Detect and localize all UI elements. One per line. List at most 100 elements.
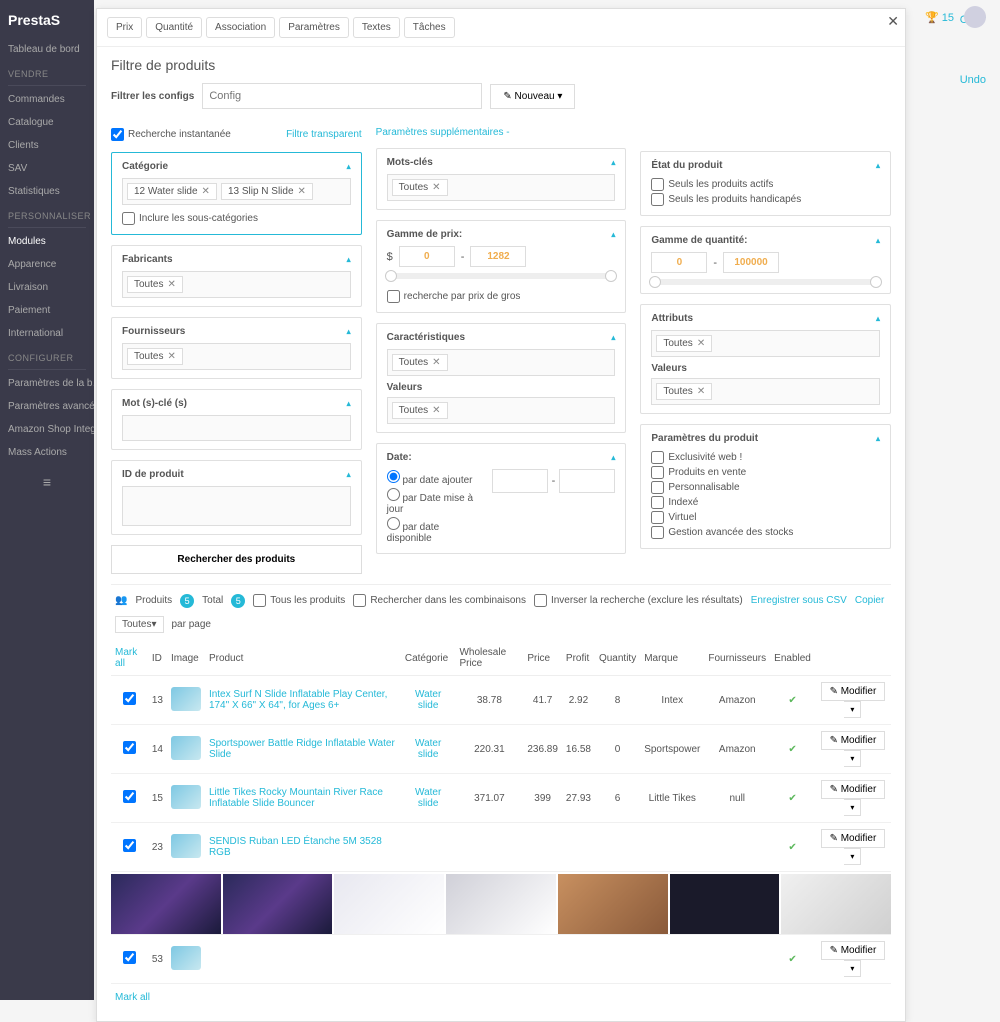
active-only-checkbox[interactable]: Seuls les produits actifs [651,177,880,192]
tag-water-slide[interactable]: 12 Water slide✕ [127,183,217,200]
web-exclusive-checkbox[interactable]: Exclusivité web ! [651,450,880,465]
mark-all-link[interactable]: Mark all [115,647,137,669]
collapse-icon[interactable]: ▴ [611,453,615,462]
nav-modules[interactable]: Modules [0,230,94,253]
fournisseurs-tags[interactable]: Toutes✕ [122,343,351,370]
nav-adv-params[interactable]: Paramètres avancé… [0,395,94,418]
qty-max-input[interactable] [723,252,779,273]
tab-prix[interactable]: Prix [107,17,142,38]
modifier-dropdown[interactable]: ▾ [844,701,861,718]
nav-commandes[interactable]: Commandes [0,88,94,111]
modifier-dropdown[interactable]: ▾ [844,799,861,816]
nav-amazon[interactable]: Amazon Shop Integ… [0,418,94,441]
tag-remove-icon[interactable]: ✕ [202,186,210,197]
modifier-button[interactable]: ✎ Modifier [821,731,886,750]
tag-slip-n-slide[interactable]: 13 Slip N Slide✕ [221,183,313,200]
modifier-dropdown[interactable]: ▾ [844,960,861,977]
wholesale-checkbox[interactable]: recherche par prix de gros [387,289,616,304]
date-from-input[interactable] [492,469,548,493]
tab-textes[interactable]: Textes [353,17,400,38]
qty-min-input[interactable] [651,252,707,273]
collapse-icon[interactable]: ▴ [876,314,880,323]
copy-link[interactable]: Copier [855,595,884,606]
collapse-icon[interactable]: ▴ [347,255,351,264]
category-link[interactable]: Water slide [415,689,441,711]
tag-remove-icon[interactable]: ✕ [432,357,440,368]
collapse-icon[interactable]: ▴ [876,434,880,443]
nav-apparence[interactable]: Apparence [0,253,94,276]
tag-remove-icon[interactable]: ✕ [432,182,440,193]
category-tags[interactable]: 12 Water slide✕ 13 Slip N Slide✕ [122,178,351,205]
fabricants-tags[interactable]: Toutes✕ [122,271,351,298]
close-icon[interactable]: ✕ [887,13,899,30]
row-checkbox[interactable] [123,692,136,705]
radio-date-available[interactable]: par date disponible [387,516,484,545]
modifier-button[interactable]: ✎ Modifier [821,941,886,960]
config-input[interactable] [202,83,482,109]
radio-date-updated[interactable]: par Date mise à jour [387,487,484,516]
date-to-input[interactable] [559,469,615,493]
nav-mass-actions[interactable]: Mass Actions [0,441,94,464]
modifier-button[interactable]: ✎ Modifier [821,682,886,701]
collapse-icon[interactable]: ▴ [347,399,351,408]
modifier-button[interactable]: ✎ Modifier [821,829,886,848]
row-checkbox[interactable] [123,839,136,852]
save-csv-link[interactable]: Enregistrer sous CSV [751,595,847,606]
disabled-only-checkbox[interactable]: Seuls les produits handicapés [651,192,880,207]
product-link[interactable]: Little Tikes Rocky Mountain River Race I… [209,787,383,809]
collapse-icon[interactable]: ▴ [347,162,351,171]
invert-search-checkbox[interactable]: Inverser la recherche (exclure les résul… [534,593,743,608]
nav-international[interactable]: International [0,322,94,345]
tab-parametres[interactable]: Paramètres [279,17,349,38]
tab-taches[interactable]: Tâches [404,17,455,38]
tab-quantite[interactable]: Quantité [146,17,202,38]
keyword-input[interactable] [122,415,351,441]
product-id-input[interactable] [122,486,351,526]
nav-statistiques[interactable]: Statistiques [0,180,94,203]
nav-livraison[interactable]: Livraison [0,276,94,299]
modifier-button[interactable]: ✎ Modifier [821,780,886,799]
tag-remove-icon[interactable]: ✕ [432,405,440,416]
nav-paiement[interactable]: Paiement [0,299,94,322]
category-link[interactable]: Water slide [415,787,441,809]
radio-date-added[interactable]: par date ajouter [387,469,484,487]
row-checkbox[interactable] [123,951,136,964]
nav-catalogue[interactable]: Catalogue [0,111,94,134]
sidebar-collapse-icon[interactable]: ≡ [0,464,94,500]
modifier-dropdown[interactable]: ▾ [844,750,861,767]
tag-remove-icon[interactable]: ✕ [697,386,705,397]
tag-remove-icon[interactable]: ✕ [167,279,175,290]
trophy-badge[interactable]: 🏆 15 [925,11,954,24]
collapse-icon[interactable]: ▴ [611,158,615,167]
collapse-icon[interactable]: ▴ [876,236,880,245]
price-min-input[interactable] [399,246,455,267]
collapse-icon[interactable]: ▴ [611,333,615,342]
search-products-button[interactable]: Rechercher des produits [111,545,362,574]
indexed-checkbox[interactable]: Indexé [651,495,880,510]
collapse-icon[interactable]: ▴ [876,161,880,170]
search-combinations-checkbox[interactable]: Rechercher dans les combinaisons [353,593,526,608]
virtual-checkbox[interactable]: Virtuel [651,510,880,525]
product-link[interactable]: Sportspower Battle Ridge Inflatable Wate… [209,738,395,760]
price-max-input[interactable] [470,246,526,267]
adv-stock-checkbox[interactable]: Gestion avancée des stocks [651,525,880,540]
all-products-checkbox[interactable]: Tous les produits [253,593,345,608]
transparent-filter-link[interactable]: Filtre transparent [286,129,362,140]
nouveau-button[interactable]: ✎ Nouveau ▾ [490,84,575,109]
tab-association[interactable]: Association [206,17,275,38]
product-link[interactable]: SENDIS Ruban LED Étanche 5M 3528 RGB [209,836,382,858]
tag-remove-icon[interactable]: ✕ [697,338,705,349]
row-checkbox[interactable] [123,741,136,754]
per-page-select[interactable]: Toutes▾ [115,616,164,633]
nav-clients[interactable]: Clients [0,134,94,157]
mark-all-bottom-link[interactable]: Mark all [111,984,891,1011]
collapse-icon[interactable]: ▴ [347,327,351,336]
tag-remove-icon[interactable]: ✕ [167,351,175,362]
nav-shop-params[interactable]: Paramètres de la b… [0,372,94,395]
row-checkbox[interactable] [123,790,136,803]
on-sale-checkbox[interactable]: Produits en vente [651,465,880,480]
modifier-dropdown[interactable]: ▾ [844,848,861,865]
product-link[interactable]: Intex Surf N Slide Inflatable Play Cente… [209,689,387,711]
customizable-checkbox[interactable]: Personnalisable [651,480,880,495]
collapse-icon[interactable]: ▴ [347,470,351,479]
